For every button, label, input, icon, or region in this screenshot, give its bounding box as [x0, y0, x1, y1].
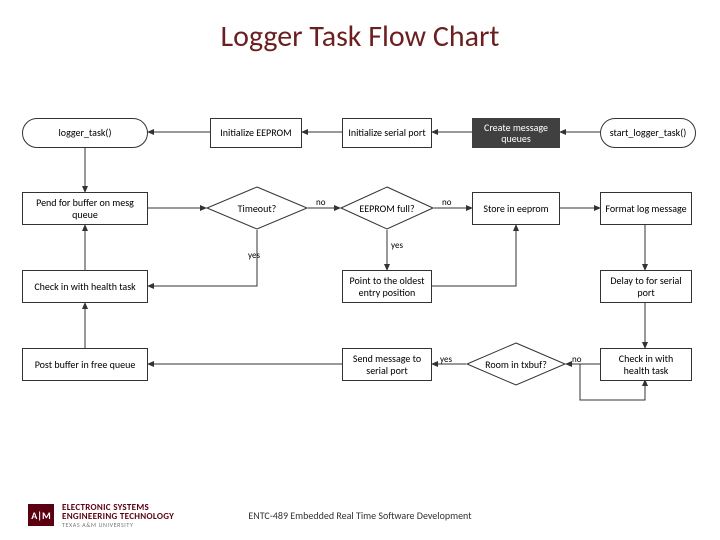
- node-init-eeprom: Initialize EEPROM: [210, 118, 302, 148]
- node-eeprom-full-decision: EEPROM full?: [340, 186, 434, 230]
- node-checkin-health-1: Check in with health task: [22, 270, 148, 303]
- node-send-serial: Send message to serial port: [342, 348, 432, 381]
- node-logger-task: logger_task(): [22, 118, 148, 148]
- node-room-txbuf-decision: Room in txbuf?: [466, 342, 566, 386]
- page-title: Logger Task Flow Chart: [0, 18, 720, 55]
- edge-timeout-no: no: [316, 197, 325, 208]
- edge-txbuf-yes: yes: [440, 354, 452, 365]
- footer-text: ENTC-489 Embedded Real Time Software Dev…: [0, 509, 720, 522]
- edge-txbuf-no: no: [572, 354, 581, 365]
- node-pend-buffer: Pend for buffer on mesg queue: [22, 192, 148, 225]
- node-start-logger: start_logger_task(): [600, 118, 696, 148]
- edge-eeprom-no: no: [442, 197, 451, 208]
- flowchart: logger_task() Initialize EEPROM Initiali…: [20, 100, 700, 470]
- node-create-queues: Create message queues: [472, 118, 560, 148]
- node-timeout-decision: Timeout?: [206, 186, 308, 230]
- edge-timeout-yes: yes: [248, 250, 260, 261]
- node-init-serial: Initialize serial port: [342, 118, 432, 148]
- node-store-eeprom: Store in eeprom: [472, 192, 560, 225]
- node-post-buffer: Post buffer in free queue: [22, 348, 148, 381]
- node-point-oldest: Point to the oldest entry position: [342, 270, 432, 303]
- node-format-log: Format log message: [600, 192, 692, 225]
- edge-eeprom-yes: yes: [391, 240, 403, 251]
- node-delay-serial: Delay to for serial port: [600, 270, 692, 303]
- node-checkin-health-2: Check in with health task: [600, 348, 692, 381]
